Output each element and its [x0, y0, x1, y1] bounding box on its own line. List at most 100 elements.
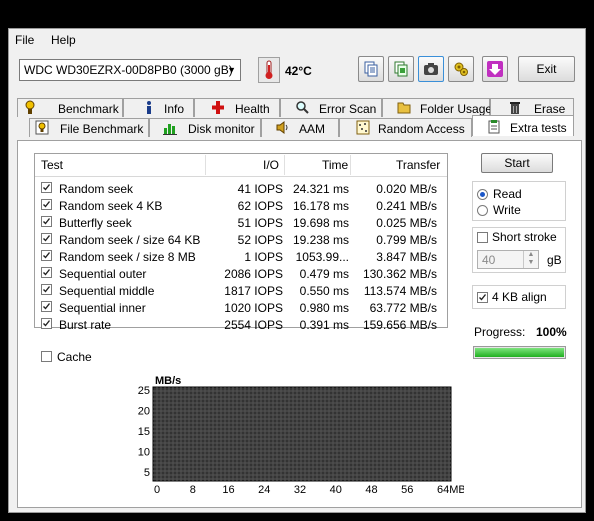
- tab-health[interactable]: Health: [194, 98, 280, 117]
- row-test-name: Random seek / size 64 KB: [59, 233, 201, 247]
- table-row[interactable]: Random seek 41 IOPS 24.321 ms 0.020 MB/s: [35, 180, 447, 197]
- file-benchmark-icon: [35, 120, 49, 135]
- tab-aam[interactable]: AAM: [261, 118, 339, 137]
- spinner-arrows-icon[interactable]: ▲ ▼: [523, 251, 538, 268]
- row-transfer: 0.025 MB/s: [376, 216, 437, 230]
- row-transfer: 159.656 MB/s: [362, 318, 437, 332]
- write-label: Write: [493, 203, 521, 217]
- table-row[interactable]: Random seek / size 64 KB 52 IOPS 19.238 ms…: [35, 231, 447, 248]
- progress-value: 100%: [536, 325, 567, 339]
- tab-random-access[interactable]: Random Access: [339, 118, 472, 137]
- col-io[interactable]: I/O: [263, 158, 279, 172]
- short-stroke-spinner[interactable]: 40 ▲ ▼: [477, 250, 539, 269]
- graph-y-unit: MB/s: [155, 375, 181, 387]
- row-io: 1 IOPS: [244, 250, 283, 264]
- col-separator: [350, 155, 351, 175]
- options-button[interactable]: [448, 56, 474, 82]
- tab-benchmark[interactable]: Benchmark: [17, 98, 123, 117]
- menu-help[interactable]: Help: [51, 33, 76, 47]
- row-checkbox[interactable]: [41, 182, 52, 193]
- checkmark-icon: [43, 269, 51, 276]
- row-checkbox[interactable]: [41, 318, 52, 329]
- align-checkbox[interactable]: [477, 292, 488, 303]
- row-time: 0.479 ms: [299, 267, 349, 281]
- row-transfer: 0.799 MB/s: [376, 233, 437, 247]
- results-table: Test I/O Time Transfer Random seek 41 IOP…: [34, 153, 448, 332]
- info-icon: [142, 100, 156, 115]
- cache-checkbox[interactable]: [41, 351, 52, 362]
- tab-info[interactable]: Info: [123, 98, 194, 117]
- table-header: Test I/O Time Transfer: [35, 154, 447, 177]
- screenshot-button[interactable]: [418, 56, 444, 82]
- health-cross-icon: [211, 100, 225, 115]
- table-row[interactable]: Burst rate 2554 IOPS 0.391 ms 159.656 MB/s: [35, 316, 447, 333]
- row-io: 52 IOPS: [237, 233, 283, 247]
- checkmark-icon: [43, 184, 51, 191]
- table-row[interactable]: Random seek / size 8 MB 1 IOPS 1053.99... 3…: [35, 248, 447, 265]
- copy-info-button[interactable]: [388, 56, 414, 82]
- graph-y-tick: 20: [138, 406, 150, 418]
- short-stroke-group: Short stroke 40 ▲ ▼ gB: [472, 227, 566, 273]
- bar-chart-icon: [163, 120, 177, 135]
- row-test-name: Sequential outer: [59, 267, 147, 281]
- read-radio[interactable]: [477, 189, 488, 200]
- row-checkbox[interactable]: [41, 301, 52, 312]
- table-row[interactable]: Sequential middle 1817 IOPS 0.550 ms 113.57…: [35, 282, 447, 299]
- menu-bar: File Help: [9, 29, 585, 50]
- thermometer-icon[interactable]: [258, 57, 280, 83]
- start-button[interactable]: Start: [481, 153, 553, 173]
- table-row[interactable]: Sequential outer 2086 IOPS 0.479 ms 130.362…: [35, 265, 447, 282]
- graph-y-tick: 15: [138, 426, 150, 438]
- row-time: 19.698 ms: [292, 216, 349, 230]
- col-transfer[interactable]: Transfer: [396, 158, 440, 172]
- row-io: 2554 IOPS: [224, 318, 283, 332]
- chevron-down-icon: ▼: [227, 65, 236, 75]
- graph-x-tick: 56: [401, 484, 413, 496]
- menu-file[interactable]: File: [15, 33, 34, 47]
- row-io: 1817 IOPS: [224, 284, 283, 298]
- row-checkbox[interactable]: [41, 284, 52, 295]
- tab-extra-tests[interactable]: Extra tests: [472, 115, 574, 136]
- row-io: 51 IOPS: [237, 216, 283, 230]
- graph-x-tick: 0: [154, 484, 160, 496]
- graph-x-tick: 8: [190, 484, 196, 496]
- progress-label: Progress:: [474, 325, 526, 339]
- progress-bar: [473, 346, 566, 359]
- col-test[interactable]: Test: [41, 158, 63, 172]
- row-transfer: 0.241 MB/s: [376, 199, 437, 213]
- row-test-name: Random seek: [59, 182, 134, 196]
- checkmark-icon: [43, 303, 51, 310]
- speaker-icon: [276, 120, 290, 135]
- row-checkbox[interactable]: [41, 233, 52, 244]
- graph-x-tick: 48: [365, 484, 377, 496]
- exit-button[interactable]: Exit: [518, 56, 575, 82]
- col-separator: [205, 155, 206, 175]
- col-time[interactable]: Time: [322, 158, 348, 172]
- tab-file-benchmark[interactable]: File Benchmark: [29, 118, 149, 137]
- write-radio[interactable]: [477, 205, 488, 216]
- trash-icon: [508, 100, 522, 115]
- tab-disk-monitor[interactable]: Disk monitor: [149, 118, 261, 137]
- row-transfer: 113.574 MB/s: [363, 284, 437, 298]
- drive-select[interactable]: WDC WD30EZRX-00D8PB0 (3000 gB) ▼: [19, 59, 241, 81]
- row-test-name: Butterfly seek: [59, 216, 132, 230]
- copy-text-button[interactable]: [358, 56, 384, 82]
- table-row[interactable]: Sequential inner 1020 IOPS 0.980 ms 63.772 …: [35, 299, 447, 316]
- progress-fill: [475, 348, 564, 357]
- short-stroke-checkbox[interactable]: [477, 232, 488, 243]
- row-test-name: Burst rate: [59, 318, 112, 332]
- row-checkbox[interactable]: [41, 216, 52, 227]
- table-row[interactable]: Butterfly seek 51 IOPS 19.698 ms 0.025 MB/s: [35, 214, 447, 231]
- row-checkbox[interactable]: [41, 199, 52, 210]
- align-group: 4 KB align: [472, 285, 566, 309]
- save-button[interactable]: [482, 56, 508, 82]
- row-checkbox[interactable]: [41, 267, 52, 278]
- table-row[interactable]: Random seek 4 KB 62 IOPS 16.178 ms 0.241 MB…: [35, 197, 447, 214]
- read-write-group: Read Write: [472, 181, 566, 221]
- row-io: 2086 IOPS: [224, 267, 283, 281]
- row-time: 19.238 ms: [292, 233, 349, 247]
- tab-error-scan[interactable]: Error Scan: [280, 98, 382, 117]
- row-io: 1020 IOPS: [224, 301, 283, 315]
- row-checkbox[interactable]: [41, 250, 52, 261]
- toolbar: WDC WD30EZRX-00D8PB0 (3000 gB) ▼ 42°C Ex…: [9, 51, 585, 91]
